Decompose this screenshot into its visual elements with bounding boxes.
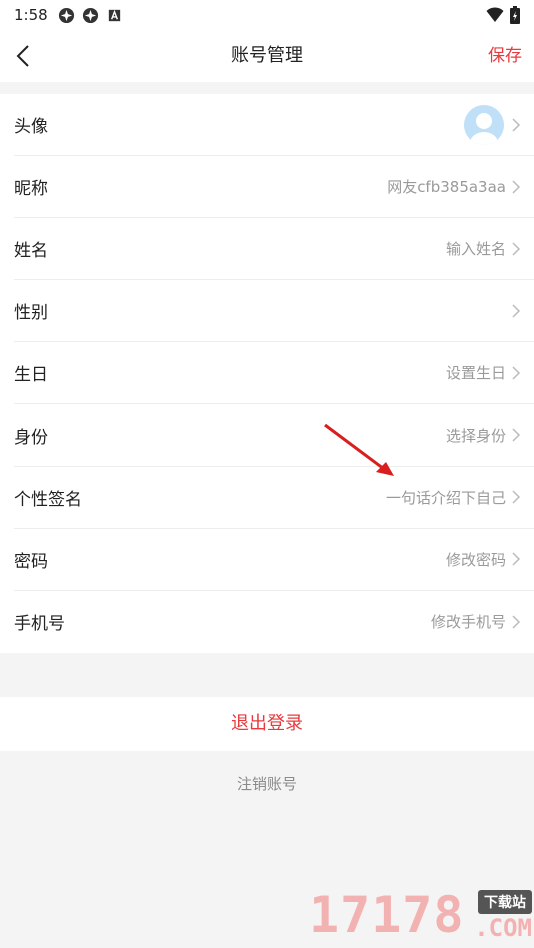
row-password[interactable]: 密码 修改密码 <box>14 529 534 591</box>
avatar <box>464 104 504 145</box>
row-value: 选择身份 <box>445 426 506 445</box>
row-label: 密码 <box>14 551 48 572</box>
user-silhouette-icon <box>470 112 498 145</box>
wifi-icon <box>486 7 504 22</box>
chevron-right-icon <box>512 428 521 442</box>
watermark-number: 17178 <box>309 886 465 944</box>
row-label: 性别 <box>14 303 48 324</box>
watermark-tag: 下载站 <box>478 890 532 914</box>
a-icon <box>108 9 120 21</box>
row-identity[interactable]: 身份 选择身份 <box>14 404 534 467</box>
row-phone[interactable]: 手机号 修改手机号 <box>14 591 534 653</box>
row-label: 个性签名 <box>14 489 82 510</box>
chevron-right-icon <box>512 366 521 380</box>
row-label: 手机号 <box>14 614 65 635</box>
watermark-logo: 17178 下载站 .COM <box>305 884 534 948</box>
chevron-right-icon <box>512 615 521 629</box>
row-label: 头像 <box>14 117 48 138</box>
row-value: 一句话介绍下自己 <box>385 488 506 507</box>
annotation-arrow-icon <box>324 423 394 476</box>
row-label: 昵称 <box>14 179 48 200</box>
row-value: 设置生日 <box>445 364 506 383</box>
row-birthday[interactable]: 生日 设置生日 <box>14 342 534 405</box>
save-button[interactable]: 保存 <box>488 30 522 82</box>
row-nickname[interactable]: 昵称 网友cfb385a3aa <box>14 156 534 219</box>
app-icon <box>58 7 74 23</box>
row-name[interactable]: 姓名 输入姓名 <box>14 218 534 281</box>
row-value: 输入姓名 <box>445 240 506 259</box>
page-title: 账号管理 <box>231 45 303 66</box>
row-value: 网友cfb385a3aa <box>387 178 506 197</box>
chevron-right-icon <box>512 552 521 566</box>
chevron-right-icon <box>512 118 521 132</box>
account-settings-list: 头像 昵称 网友cfb385a3aa 姓名 输入姓名 性别 生日 设置生日 身份… <box>0 94 534 653</box>
logout-button[interactable]: 退出登录 <box>0 697 534 751</box>
row-label: 姓名 <box>14 241 48 262</box>
chevron-right-icon <box>512 490 521 504</box>
row-gender[interactable]: 性别 <box>14 280 534 343</box>
status-bar: 1:58 <box>0 0 534 30</box>
status-time: 1:58 <box>14 6 48 24</box>
header: 账号管理 保存 <box>0 30 534 82</box>
chevron-right-icon <box>512 304 521 318</box>
chevron-right-icon <box>512 180 521 194</box>
chevron-right-icon <box>512 242 521 256</box>
row-avatar[interactable]: 头像 <box>14 94 534 157</box>
row-label: 生日 <box>14 365 48 386</box>
watermark-suffix: .COM <box>474 914 532 942</box>
row-signature[interactable]: 个性签名 一句话介绍下自己 <box>14 467 534 529</box>
battery-icon <box>510 6 520 24</box>
cancel-account-link[interactable]: 注销账号 <box>0 770 534 798</box>
row-value: 修改手机号 <box>430 613 506 632</box>
app-icon <box>82 7 98 23</box>
row-label: 身份 <box>14 427 48 448</box>
row-value: 修改密码 <box>445 550 506 569</box>
